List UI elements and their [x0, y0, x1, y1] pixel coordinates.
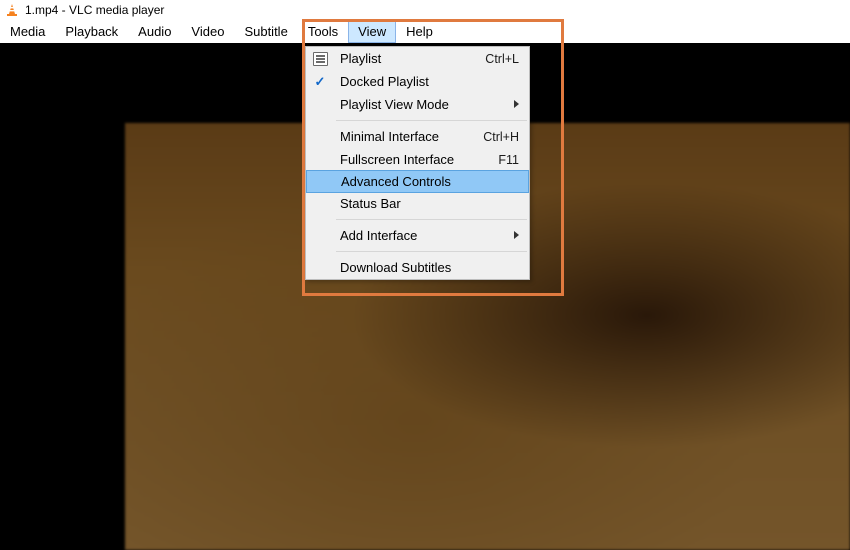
- menu-item-shortcut: F11: [498, 153, 519, 167]
- playlist-icon: [310, 49, 330, 68]
- menu-separator: [336, 251, 527, 252]
- submenu-arrow-icon: [514, 100, 519, 108]
- view-menu-dropdown: Playlist Ctrl+L ✓ Docked Playlist Playli…: [305, 46, 530, 280]
- menu-video[interactable]: Video: [181, 19, 234, 43]
- menu-item-add-interface[interactable]: Add Interface: [306, 224, 529, 247]
- window-title: 1.mp4 - VLC media player: [25, 3, 164, 17]
- menu-separator: [336, 120, 527, 121]
- menu-playback[interactable]: Playback: [55, 19, 128, 43]
- menu-item-label: Advanced Controls: [341, 174, 451, 189]
- checkmark-icon: ✓: [310, 72, 330, 91]
- menu-item-label: Add Interface: [340, 228, 417, 243]
- menu-subtitle[interactable]: Subtitle: [234, 19, 297, 43]
- menu-item-label: Download Subtitles: [340, 260, 451, 275]
- titlebar: 1.mp4 - VLC media player: [0, 0, 850, 19]
- menu-item-label: Fullscreen Interface: [340, 152, 454, 167]
- menu-item-shortcut: Ctrl+H: [483, 130, 519, 144]
- menu-tools[interactable]: Tools: [298, 19, 348, 43]
- menu-item-label: Minimal Interface: [340, 129, 439, 144]
- menu-item-label: Docked Playlist: [340, 74, 429, 89]
- vlc-cone-icon: [5, 3, 19, 17]
- menu-media[interactable]: Media: [0, 19, 55, 43]
- menu-item-playlist-view-mode[interactable]: Playlist View Mode: [306, 93, 529, 116]
- menu-view[interactable]: View: [348, 19, 396, 43]
- menu-item-status-bar[interactable]: Status Bar: [306, 192, 529, 215]
- menu-item-label: Playlist: [340, 51, 381, 66]
- menu-item-playlist[interactable]: Playlist Ctrl+L: [306, 47, 529, 70]
- menu-item-shortcut: Ctrl+L: [485, 52, 519, 66]
- menu-item-minimal-interface[interactable]: Minimal Interface Ctrl+H: [306, 125, 529, 148]
- menu-separator: [336, 219, 527, 220]
- submenu-arrow-icon: [514, 231, 519, 239]
- menu-item-label: Playlist View Mode: [340, 97, 449, 112]
- menu-item-download-subtitles[interactable]: Download Subtitles: [306, 256, 529, 279]
- menu-audio[interactable]: Audio: [128, 19, 181, 43]
- menu-help[interactable]: Help: [396, 19, 443, 43]
- menubar: Media Playback Audio Video Subtitle Tool…: [0, 19, 850, 43]
- menu-item-docked-playlist[interactable]: ✓ Docked Playlist: [306, 70, 529, 93]
- menu-item-advanced-controls[interactable]: Advanced Controls: [306, 170, 529, 193]
- menu-item-label: Status Bar: [340, 196, 401, 211]
- menu-item-fullscreen-interface[interactable]: Fullscreen Interface F11: [306, 148, 529, 171]
